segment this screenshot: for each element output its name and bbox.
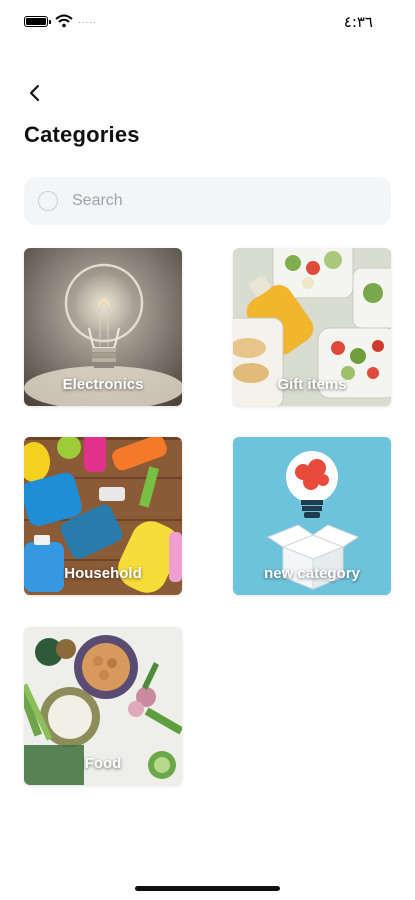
search-icon (38, 191, 58, 211)
back-button[interactable] (22, 80, 48, 106)
page-title: Categories (24, 122, 140, 147)
category-label: Food (84, 755, 122, 772)
wifi-icon (55, 14, 73, 28)
category-label: Electronics (62, 376, 144, 393)
status-bar: ..... ٤:٣٦ (0, 0, 415, 44)
chevron-left-icon (29, 84, 40, 102)
search-input[interactable] (72, 192, 352, 210)
category-label: Gift items (277, 376, 347, 393)
category-card-household[interactable]: Household (24, 437, 182, 595)
category-card-new-category[interactable]: new category (233, 437, 391, 595)
home-indicator[interactable] (135, 886, 280, 891)
status-time: ٤:٣٦ (343, 13, 373, 31)
category-label: new category (264, 565, 360, 582)
search-bar[interactable] (24, 177, 391, 225)
category-label: Household (64, 565, 142, 582)
battery-icon (24, 16, 51, 27)
category-card-food[interactable]: Food (24, 627, 182, 785)
category-card-gift-items[interactable]: Gift items (233, 248, 391, 406)
carrier-signal: ..... (78, 15, 97, 26)
category-card-electronics[interactable]: Electronics (24, 248, 182, 406)
